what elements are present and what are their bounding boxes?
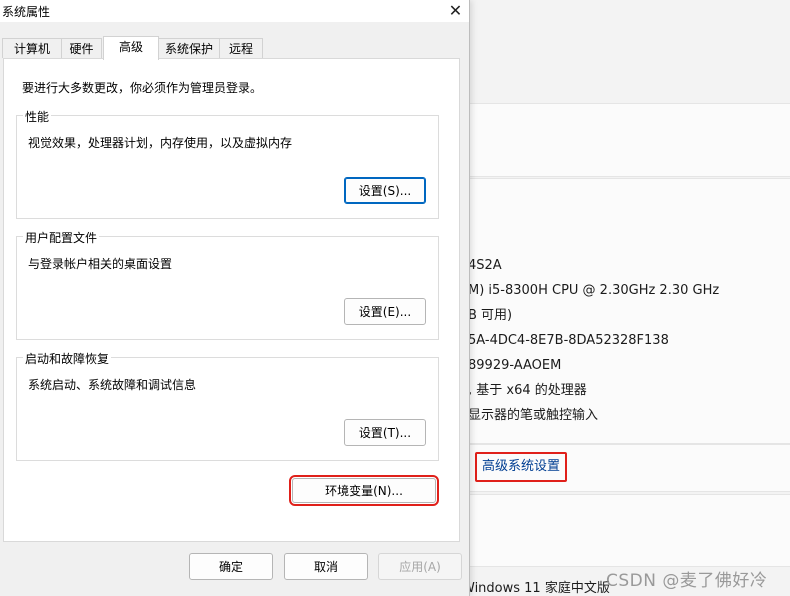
close-button[interactable]: ✕ xyxy=(442,0,469,20)
dialog-title: 系统属性 xyxy=(2,5,51,19)
settings-card xyxy=(468,494,790,568)
settings-card xyxy=(468,103,790,177)
tab-advanced[interactable]: 高级 xyxy=(103,36,159,60)
tab-system-protection[interactable]: 系统保护 xyxy=(158,38,220,58)
spec-value-product-id: 89929-AAOEM xyxy=(468,358,562,373)
user-profiles-description: 与登录帐户相关的桌面设置 xyxy=(28,257,173,271)
spec-value-system-type: , 基于 x64 的处理器 xyxy=(468,383,587,398)
user-profiles-group-title: 用户配置文件 xyxy=(23,229,100,246)
environment-variables-button[interactable]: 环境变量(N)... xyxy=(289,475,439,506)
admin-notice: 要进行大多数更改，你必须作为管理员登录。 xyxy=(22,81,263,95)
spec-value-device-name: 4S2A xyxy=(468,258,502,273)
device-spec-list: 4S2A M) i5-8300H CPU @ 2.30GHz 2.30 GHz … xyxy=(468,253,790,428)
startup-recovery-description: 系统启动、系统故障和调试信息 xyxy=(28,378,197,392)
screen: 4S2A M) i5-8300H CPU @ 2.30GHz 2.30 GHz … xyxy=(0,0,790,596)
performance-description: 视觉效果，处理器计划，内存使用，以及虚拟内存 xyxy=(28,136,293,150)
performance-group-title: 性能 xyxy=(23,108,52,125)
apply-button[interactable]: 应用(A) xyxy=(378,553,462,580)
ok-button[interactable]: 确定 xyxy=(189,553,273,580)
tab-computer-name[interactable]: 计算机名 xyxy=(2,38,62,76)
spec-value-ram: B 可用) xyxy=(468,308,513,323)
edition-value: Windows 11 家庭中文版 xyxy=(462,581,610,596)
spec-value-processor: M) i5-8300H CPU @ 2.30GHz 2.30 GHz xyxy=(468,283,720,298)
cancel-button[interactable]: 取消 xyxy=(284,553,368,580)
tab-remote[interactable]: 远程 xyxy=(219,38,263,58)
startup-recovery-group-title: 启动和故障恢复 xyxy=(23,350,112,367)
dialog-titlebar[interactable]: 系统属性 ✕ xyxy=(0,0,469,22)
performance-settings-button[interactable]: 设置(S)... xyxy=(344,177,426,204)
advanced-system-settings-link[interactable]: 高级系统设置 xyxy=(475,452,567,482)
tab-hardware[interactable]: 硬件 xyxy=(61,38,102,58)
spec-value-device-id: 5A-4DC4-8E7B-8DA52328F138 xyxy=(468,333,669,348)
startup-recovery-settings-button[interactable]: 设置(T)... xyxy=(344,419,426,446)
user-profiles-settings-button[interactable]: 设置(E)... xyxy=(344,298,426,325)
spec-value-pen-touch: 显示器的笔或触控输入 xyxy=(468,408,599,423)
csdn-watermark: CSDN @麦了佛好冷 xyxy=(606,571,768,591)
close-icon: ✕ xyxy=(448,0,463,20)
system-properties-dialog: 系统属性 ✕ 计算机名 硬件 高级 系统保护 远程 要进行大多数更改，你必须作为… xyxy=(0,0,470,596)
